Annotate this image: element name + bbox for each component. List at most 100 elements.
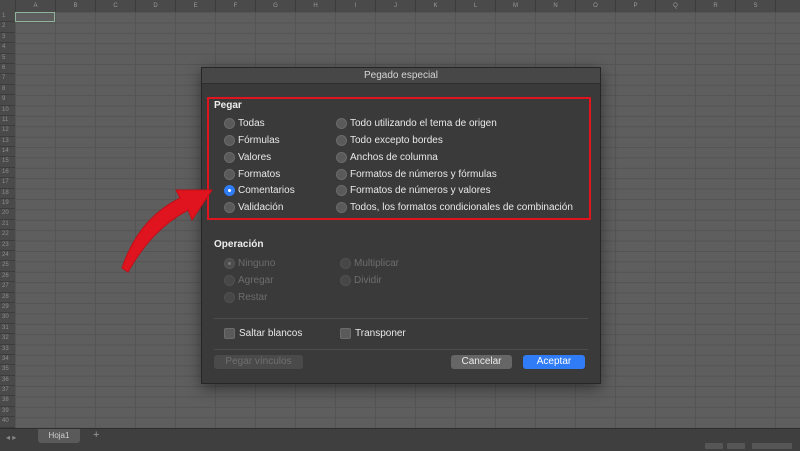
checkbox-icon[interactable] xyxy=(340,328,351,339)
paste-option-tema-origen[interactable]: Todo utilizando el tema de origen xyxy=(336,118,497,129)
sheet-tab[interactable]: Hoja1 xyxy=(38,429,80,443)
paste-option-excepto-bordes[interactable]: Todo excepto bordes xyxy=(336,135,443,146)
radio-icon[interactable] xyxy=(224,169,235,180)
page-layout-view-icon[interactable] xyxy=(727,443,745,449)
radio-icon[interactable] xyxy=(336,202,347,213)
row-header[interactable]: 37 xyxy=(0,386,15,397)
radio-icon[interactable] xyxy=(224,202,235,213)
column-header[interactable]: Q xyxy=(656,0,696,12)
paste-option-formatos[interactable]: Formatos xyxy=(224,169,280,180)
row-header[interactable]: 26 xyxy=(0,272,15,283)
active-cell[interactable] xyxy=(15,12,55,22)
row-header[interactable]: 13 xyxy=(0,137,15,148)
paste-option-anchos-columna[interactable]: Anchos de columna xyxy=(336,152,438,163)
column-header[interactable]: E xyxy=(176,0,216,12)
row-header[interactable]: 23 xyxy=(0,241,15,251)
row-header[interactable]: 17 xyxy=(0,178,15,189)
row-header[interactable]: 24 xyxy=(0,251,15,262)
radio-disabled-icon[interactable] xyxy=(340,258,351,269)
operation-option-multiplicar[interactable]: Multiplicar xyxy=(340,258,399,269)
row-header[interactable]: 7 xyxy=(0,74,15,85)
paste-option-condicionales[interactable]: Todos, los formatos condicionales de com… xyxy=(336,202,573,213)
row-header[interactable]: 9 xyxy=(0,95,15,106)
radio-icon[interactable] xyxy=(224,135,235,146)
row-header[interactable]: 12 xyxy=(0,126,15,137)
column-header[interactable]: R xyxy=(696,0,736,12)
row-header[interactable]: 5 xyxy=(0,54,15,64)
paste-option-todas[interactable]: Todas xyxy=(224,118,265,129)
paste-option-formulas[interactable]: Fórmulas xyxy=(224,135,280,146)
add-sheet-button[interactable]: + xyxy=(93,429,99,441)
row-header[interactable]: 40 xyxy=(0,417,15,428)
column-header[interactable]: P xyxy=(616,0,656,12)
row-header[interactable]: 39 xyxy=(0,407,15,418)
column-header[interactable]: L xyxy=(456,0,496,12)
column-header[interactable]: I xyxy=(336,0,376,12)
paste-option-numeros-valores[interactable]: Formatos de números y valores xyxy=(336,185,491,196)
row-header[interactable]: 1 xyxy=(0,12,15,23)
radio-icon[interactable] xyxy=(224,152,235,163)
column-header[interactable]: N xyxy=(536,0,576,12)
row-header[interactable]: 27 xyxy=(0,282,15,293)
radio-disabled-icon[interactable] xyxy=(340,275,351,286)
row-header[interactable]: 2 xyxy=(0,22,15,33)
row-header[interactable]: 28 xyxy=(0,293,15,303)
operation-option-agregar[interactable]: Agregar xyxy=(224,275,274,286)
sheet-nav-arrows-icon[interactable]: ◂ ▸ xyxy=(6,433,16,442)
radio-disabled-icon[interactable] xyxy=(224,275,235,286)
operation-option-ninguno[interactable]: Ninguno xyxy=(224,258,275,269)
paste-option-comentarios[interactable]: Comentarios xyxy=(224,185,295,196)
row-header[interactable]: 32 xyxy=(0,334,15,345)
row-header[interactable]: 36 xyxy=(0,376,15,387)
row-header[interactable]: 8 xyxy=(0,85,15,96)
column-header[interactable]: J xyxy=(376,0,416,12)
row-header[interactable]: 3 xyxy=(0,33,15,44)
row-header[interactable]: 20 xyxy=(0,209,15,220)
radio-icon[interactable] xyxy=(336,185,347,196)
accept-button[interactable]: Aceptar xyxy=(523,355,585,369)
row-header[interactable]: 4 xyxy=(0,43,15,54)
column-header[interactable]: H xyxy=(296,0,336,12)
select-all-corner[interactable] xyxy=(0,0,16,12)
column-header[interactable]: A xyxy=(16,0,56,12)
checkbox-icon[interactable] xyxy=(224,328,235,339)
column-header[interactable]: O xyxy=(576,0,616,12)
radio-icon[interactable] xyxy=(336,135,347,146)
zoom-slider[interactable] xyxy=(752,443,792,449)
row-header[interactable]: 29 xyxy=(0,303,15,314)
row-header[interactable]: 19 xyxy=(0,199,15,210)
column-header[interactable]: C xyxy=(96,0,136,12)
row-header[interactable]: 18 xyxy=(0,189,15,200)
column-header[interactable]: D xyxy=(136,0,176,12)
row-header[interactable]: 10 xyxy=(0,106,15,116)
cancel-button[interactable]: Cancelar xyxy=(451,355,512,369)
row-header[interactable]: 25 xyxy=(0,261,15,272)
normal-view-icon[interactable] xyxy=(705,443,723,449)
row-header[interactable]: 16 xyxy=(0,168,15,179)
radio-icon[interactable] xyxy=(336,152,347,163)
radio-disabled-icon[interactable] xyxy=(224,292,235,303)
row-header[interactable]: 33 xyxy=(0,345,15,355)
paste-option-validacion[interactable]: Validación xyxy=(224,202,283,213)
column-header[interactable]: K xyxy=(416,0,456,12)
radio-icon[interactable] xyxy=(336,169,347,180)
row-header[interactable]: 22 xyxy=(0,230,15,241)
column-header[interactable]: G xyxy=(256,0,296,12)
paste-links-button[interactable]: Pegar vínculos xyxy=(214,355,303,369)
radio-icon[interactable] xyxy=(224,118,235,129)
row-header[interactable]: 34 xyxy=(0,355,15,366)
radio-icon[interactable] xyxy=(336,118,347,129)
row-header[interactable]: 15 xyxy=(0,157,15,168)
row-header[interactable]: 30 xyxy=(0,313,15,324)
column-header[interactable]: M xyxy=(496,0,536,12)
column-header[interactable]: B xyxy=(56,0,96,12)
operation-option-dividir[interactable]: Dividir xyxy=(340,275,382,286)
row-header[interactable]: 21 xyxy=(0,220,15,231)
transpose-checkbox[interactable]: Transponer xyxy=(340,328,406,339)
radio-selected-icon[interactable] xyxy=(224,185,235,196)
row-header[interactable]: 11 xyxy=(0,116,15,127)
column-header[interactable]: S xyxy=(736,0,776,12)
row-header[interactable]: 31 xyxy=(0,324,15,335)
operation-option-restar[interactable]: Restar xyxy=(224,292,267,303)
column-header[interactable]: F xyxy=(216,0,256,12)
